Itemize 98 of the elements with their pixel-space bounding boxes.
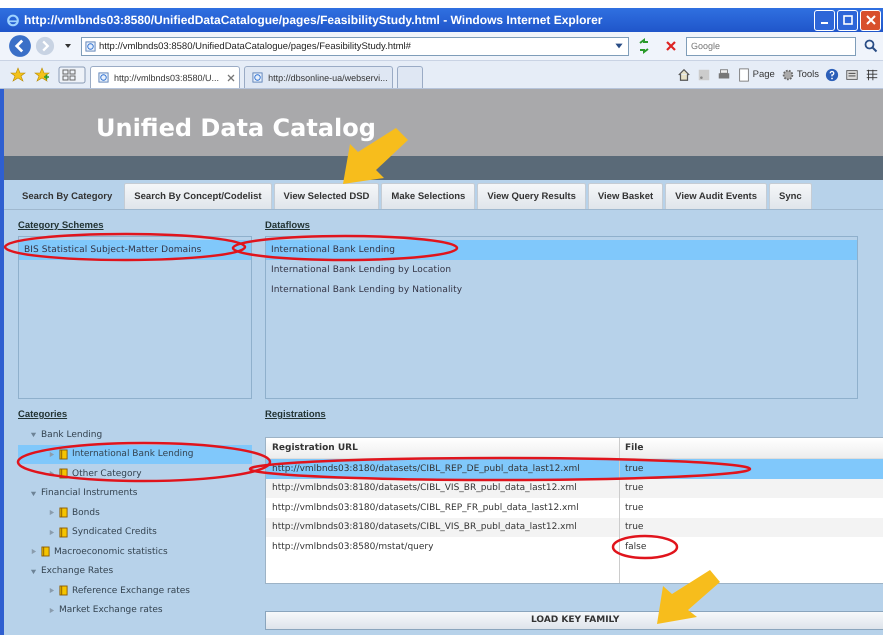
search-field[interactable]: Google bbox=[686, 36, 856, 56]
tab[interactable]: Make Selections bbox=[381, 183, 476, 209]
page-title: Unified Data Catalog bbox=[96, 114, 376, 142]
expand-arrow-icon[interactable] bbox=[30, 548, 37, 556]
minimize-icon bbox=[821, 22, 828, 24]
tree-label: Exchange Rates bbox=[41, 566, 114, 576]
browser-tab[interactable]: http://vmlbnds03:8580/U... bbox=[90, 66, 240, 88]
home-icon[interactable] bbox=[676, 68, 691, 82]
tree-label: Bank Lending bbox=[41, 430, 102, 440]
tree-item[interactable]: International Bank Lending bbox=[18, 444, 252, 464]
tree-item[interactable]: Market Exchange rates bbox=[18, 600, 252, 620]
command-label: Tools bbox=[796, 69, 819, 80]
browser-tab[interactable]: http://dbsonline-ua/webservi... bbox=[244, 66, 393, 88]
column-header: Registration URL bbox=[266, 438, 620, 458]
annotation-ellipse bbox=[612, 534, 678, 560]
section-heading: Category Schemes bbox=[18, 220, 104, 231]
favorites-star-icon[interactable] bbox=[10, 66, 26, 82]
page-icon bbox=[252, 72, 264, 83]
section-heading: Dataflows bbox=[265, 220, 310, 231]
list-item[interactable]: International Bank Lending by Location bbox=[266, 260, 857, 280]
command-label: Page bbox=[752, 69, 775, 80]
folder-icon bbox=[59, 507, 68, 518]
section-heading: Registrations bbox=[265, 409, 326, 420]
collapse-arrow-icon[interactable] bbox=[30, 431, 37, 438]
close-button[interactable] bbox=[860, 10, 881, 30]
table-cell-text: true bbox=[624, 464, 644, 474]
tree-label: International Bank Lending bbox=[72, 449, 194, 460]
maximize-icon bbox=[842, 15, 852, 25]
expand-arrow-icon[interactable] bbox=[48, 606, 55, 614]
tree-label: Other Category bbox=[72, 468, 142, 479]
load-key-family-button[interactable]: LOAD KEY FAMILY bbox=[265, 610, 883, 630]
annotation-arrow bbox=[657, 570, 720, 624]
collapse-arrow-icon[interactable] bbox=[30, 490, 37, 497]
folder-icon bbox=[41, 546, 50, 558]
table-row[interactable]: http://vmlbnds03:8180/datasets/CIBL_VIS_BR_publ_data_last12.xml true bbox=[266, 518, 883, 537]
tree-item[interactable]: Financial Instruments bbox=[18, 484, 252, 503]
toolbar-grid-icon[interactable] bbox=[865, 68, 879, 82]
list-item[interactable]: International Bank Lending bbox=[266, 240, 857, 260]
tab[interactable]: View Query Results bbox=[477, 183, 586, 209]
folder-icon bbox=[59, 585, 68, 596]
page-icon bbox=[85, 40, 96, 52]
back-button[interactable] bbox=[8, 34, 32, 58]
page-icon bbox=[98, 72, 109, 83]
tree-label: Market Exchange rates bbox=[59, 605, 163, 616]
add-favorite-icon[interactable] bbox=[34, 66, 50, 82]
expand-arrow-icon[interactable] bbox=[48, 528, 55, 536]
table-cell: http://vmlbnds03:8180/datasets/CIBL_VIS_BR_publ_data_last12.xml bbox=[266, 518, 620, 537]
table-cell: http://vmlbnds03:8180/datasets/CIBL_VIS_BR_publ_data_last12.xml bbox=[266, 478, 620, 498]
caret-icon[interactable] bbox=[64, 42, 72, 50]
tree-label: Reference Exchange rates bbox=[72, 586, 190, 596]
tree-label: Bonds bbox=[72, 508, 100, 518]
close-icon bbox=[866, 15, 876, 25]
table-cell-text: true bbox=[624, 522, 644, 532]
browser-logo-icon bbox=[6, 13, 20, 27]
tab[interactable]: Sync bbox=[768, 183, 812, 209]
page-icon bbox=[736, 68, 751, 82]
table-cell-text: true bbox=[624, 483, 644, 494]
tab[interactable]: View Audit Events bbox=[665, 183, 767, 209]
table-cell: http://vmlbnds03:8580/mstat/query bbox=[266, 537, 620, 556]
table-row[interactable]: http://vmlbnds03:8180/datasets/CIBL_VIS_BR_publ_data_last12.xml true bbox=[266, 478, 883, 498]
table-cell-text: true bbox=[624, 502, 644, 513]
tree-item[interactable]: Bonds bbox=[18, 503, 252, 522]
folder-icon bbox=[59, 448, 68, 460]
tab[interactable]: View Selected DSD bbox=[274, 183, 380, 209]
gear-icon bbox=[780, 68, 795, 82]
column-header: File bbox=[624, 443, 644, 453]
section-heading: Categories bbox=[18, 409, 68, 420]
tab[interactable]: Search By Concept/Codelist bbox=[124, 183, 272, 209]
print-icon[interactable] bbox=[716, 68, 731, 82]
tree-item[interactable]: Other Category bbox=[18, 464, 252, 484]
tree-item[interactable]: Syndicated Credits bbox=[18, 522, 252, 542]
research-icon[interactable] bbox=[845, 68, 859, 82]
collapse-arrow-icon[interactable] bbox=[30, 568, 37, 575]
tree-item[interactable]: Macroeconomic statistics bbox=[18, 542, 252, 562]
tab-title: http://dbsonline-ua/webservi... bbox=[268, 72, 388, 82]
table-row[interactable]: http://vmlbnds03:8580/mstat/query false bbox=[266, 537, 883, 556]
address-bar[interactable]: http://vmlbnds03:8580/UnifiedDataCatalogue/pages/FeasibilityStudy.html# bbox=[81, 36, 629, 56]
tab-title: http://vmlbnds03:8580/U... bbox=[114, 72, 220, 82]
maximize-button[interactable] bbox=[837, 10, 858, 30]
tree-item[interactable]: Exchange Rates bbox=[18, 562, 252, 581]
table-cell-text: false bbox=[624, 542, 646, 552]
close-tab-icon[interactable] bbox=[227, 74, 236, 82]
list-item[interactable]: International Bank Lending by Nationality bbox=[266, 280, 857, 300]
quick-tabs-icon[interactable] bbox=[58, 66, 86, 84]
tree-item[interactable]: Bank Lending bbox=[18, 425, 252, 444]
help-icon[interactable] bbox=[825, 68, 839, 82]
new-tab-button[interactable] bbox=[396, 66, 423, 88]
tree-label: Syndicated Credits bbox=[72, 527, 157, 538]
tree-item[interactable]: Reference Exchange rates bbox=[18, 581, 252, 600]
expand-arrow-icon[interactable] bbox=[48, 587, 55, 594]
search-icon[interactable] bbox=[863, 38, 879, 54]
tab[interactable]: View Basket bbox=[588, 183, 664, 209]
folder-icon bbox=[59, 526, 68, 538]
expand-arrow-icon[interactable] bbox=[48, 509, 55, 516]
tree-label: Macroeconomic statistics bbox=[54, 546, 168, 557]
tree-label: Financial Instruments bbox=[41, 488, 138, 498]
minimize-button[interactable] bbox=[814, 10, 835, 30]
window-title: http://vmlbnds03:8580/UnifiedDataCatalogue/pages/FeasibilityStudy.html - Windows Internet Explorer bbox=[24, 13, 604, 27]
